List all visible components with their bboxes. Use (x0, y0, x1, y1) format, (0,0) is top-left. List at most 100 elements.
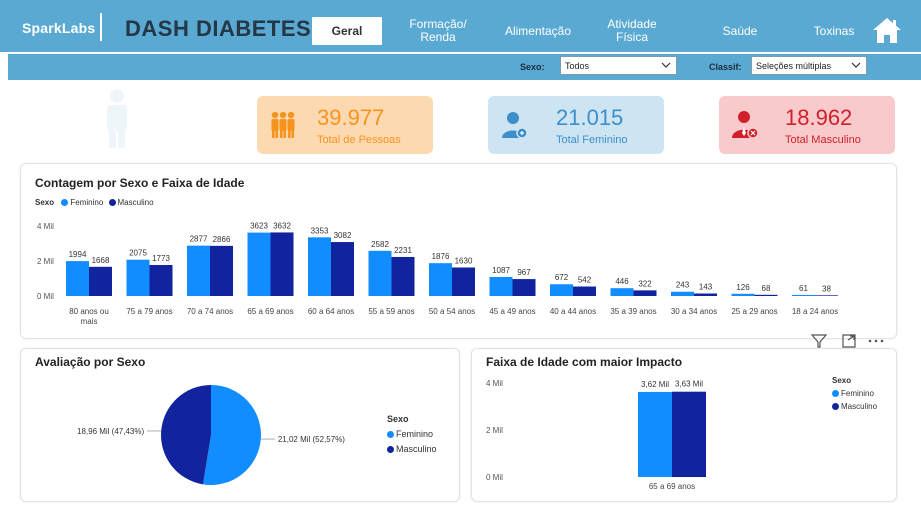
tab-formacao-renda[interactable]: Formação/ Renda (400, 18, 476, 44)
chevron-down-icon (661, 62, 671, 68)
top-age-impact-card[interactable]: Faixa de Idade com maior Impacto 0 Mil 2 … (471, 348, 897, 502)
legend-masculino[interactable]: Masculino (832, 402, 877, 411)
data-label: 446 (615, 277, 629, 286)
bar-feminino (368, 250, 392, 296)
x-tick-label: 45 a 49 anos (489, 307, 535, 316)
brand-logo: SparkLabs (22, 20, 96, 36)
data-label: 672 (555, 273, 569, 282)
data-label: 3632 (273, 221, 291, 230)
kpi-total-pessoas: 39.977 Total de Pessoas (257, 96, 433, 154)
data-label: 3623 (250, 222, 268, 231)
top-nav-bar: SparkLabs DASH DIABETES Geral Formação/ … (0, 0, 921, 52)
bar-feminino (550, 284, 573, 296)
filter-bar: Sexo: Todos Classif: Seleções múltiplas (8, 54, 921, 80)
bar-feminino (671, 291, 694, 296)
bar-feminino (638, 391, 672, 477)
impact-legend: Sexo Feminino Masculino (832, 374, 877, 413)
slice-label: 21,02 Mil (52,57%) (278, 435, 345, 444)
bar-masculino (694, 293, 717, 296)
top-age-bar-chart: 0 Mil 2 Mil 4 Mil 3,62 Mil 3,63 Mil 65 a 69 a… (486, 379, 706, 491)
bar-masculino (672, 391, 706, 477)
kpi-total-label: Total de Pessoas (317, 134, 401, 146)
bar-masculino (331, 242, 354, 296)
y-tick-label: 0 Mil (486, 473, 503, 482)
x-tick-label: 30 a 34 anos (671, 307, 717, 316)
tab-geral[interactable]: Geral (312, 17, 382, 45)
bar-feminino (429, 263, 452, 296)
classif-filter-label: Classif: (709, 62, 742, 72)
tab-alimentacao[interactable]: Alimentação (496, 25, 580, 38)
x-tick-label: 25 a 29 anos (731, 307, 777, 316)
bar-masculino (270, 232, 294, 296)
kpi-masculino-value: 18.962 (785, 105, 853, 130)
people-group-icon (271, 111, 295, 138)
bar-masculino (512, 279, 536, 296)
data-label: 3082 (334, 231, 352, 240)
data-label: 2075 (129, 249, 147, 258)
kpi-total-masculino: 18.962 Total Masculino (719, 96, 895, 154)
data-label: 1668 (92, 256, 110, 265)
sex-evaluation-card[interactable]: Avaliação por Sexo 21,02 Mil (52,57%) 18,… (20, 348, 460, 502)
data-label: 2231 (394, 246, 412, 255)
legend-feminino[interactable]: Feminino (387, 429, 433, 439)
x-tick-label: 65 a 69 anos (247, 307, 293, 316)
x-tick-label: 18 a 24 anos (792, 307, 838, 316)
classif-filter-value: Seleções múltiplas (756, 61, 832, 71)
tab-toxinas[interactable]: Toxinas (804, 25, 864, 38)
data-label: 542 (578, 276, 592, 285)
home-icon[interactable] (872, 16, 902, 44)
bar-feminino (610, 288, 634, 296)
bar-feminino (126, 259, 150, 296)
x-tick-label: 65 a 69 anos (649, 482, 695, 491)
x-tick-label: 60 a 64 anos (308, 307, 354, 316)
x-tick-label: 75 a 79 anos (126, 307, 172, 316)
focus-mode-icon[interactable] (842, 334, 856, 348)
x-tick-label: 70 a 74 anos (187, 307, 233, 316)
male-user-icon (732, 111, 759, 139)
data-label: 1994 (69, 250, 87, 259)
pie-slice-feminino (202, 385, 261, 485)
x-tick-label: mais (81, 317, 98, 326)
data-label: 126 (736, 283, 750, 292)
data-label: 3,62 Mil (641, 380, 669, 389)
x-tick-label: 55 a 59 anos (368, 307, 414, 316)
bar-masculino (210, 245, 233, 296)
sexo-filter-dropdown[interactable]: Todos (560, 56, 677, 75)
pie-legend: Sexo Feminino Masculino (387, 412, 437, 457)
tab-atividade-fisica[interactable]: Atividade Física (600, 18, 664, 44)
tab-saude[interactable]: Saúde (712, 25, 768, 38)
x-tick-label: 40 a 44 anos (550, 307, 596, 316)
filter-icon[interactable] (810, 334, 828, 348)
dashboard-title: DASH DIABETES (125, 16, 312, 41)
kpi-masculino-label: Total Masculino (785, 134, 861, 146)
bar-masculino (391, 256, 415, 296)
bar-feminino (187, 245, 210, 296)
visual-header-tools (810, 334, 884, 348)
sexo-filter-label: Sexo: (520, 62, 545, 72)
pie-slice-masculino (160, 385, 211, 485)
slice-label: 18,96 Mil (47,43%) (77, 427, 144, 436)
bar-masculino (633, 290, 657, 296)
data-label: 61 (799, 284, 808, 293)
sexo-filter-value: Todos (565, 61, 590, 71)
bar-feminino (489, 276, 513, 296)
data-label: 3353 (311, 226, 329, 235)
y-tick-label: 4 Mil (37, 222, 54, 231)
kpi-total-feminino: 21.015 Total Feminino (488, 96, 664, 154)
bar-masculino (452, 267, 475, 296)
data-label: 322 (638, 279, 652, 288)
legend-feminino[interactable]: Feminino (832, 389, 874, 398)
data-label: 1876 (432, 252, 450, 261)
y-tick-label: 0 Mil (37, 292, 54, 301)
bar-feminino (308, 237, 331, 296)
legend-masculino[interactable]: Masculino (387, 444, 437, 454)
x-tick-label: 35 a 39 anos (610, 307, 656, 316)
data-label: 1087 (492, 266, 510, 275)
kpi-feminino-label: Total Feminino (556, 134, 628, 146)
age-sex-chart-card[interactable]: Contagem por Sexo e Faixa de Idade Sexo … (20, 163, 897, 339)
classif-filter-dropdown[interactable]: Seleções múltiplas (751, 56, 867, 75)
y-tick-label: 2 Mil (486, 426, 503, 435)
more-options-icon[interactable] (868, 339, 884, 343)
bar-masculino (754, 294, 778, 296)
y-tick-label: 4 Mil (486, 379, 503, 388)
